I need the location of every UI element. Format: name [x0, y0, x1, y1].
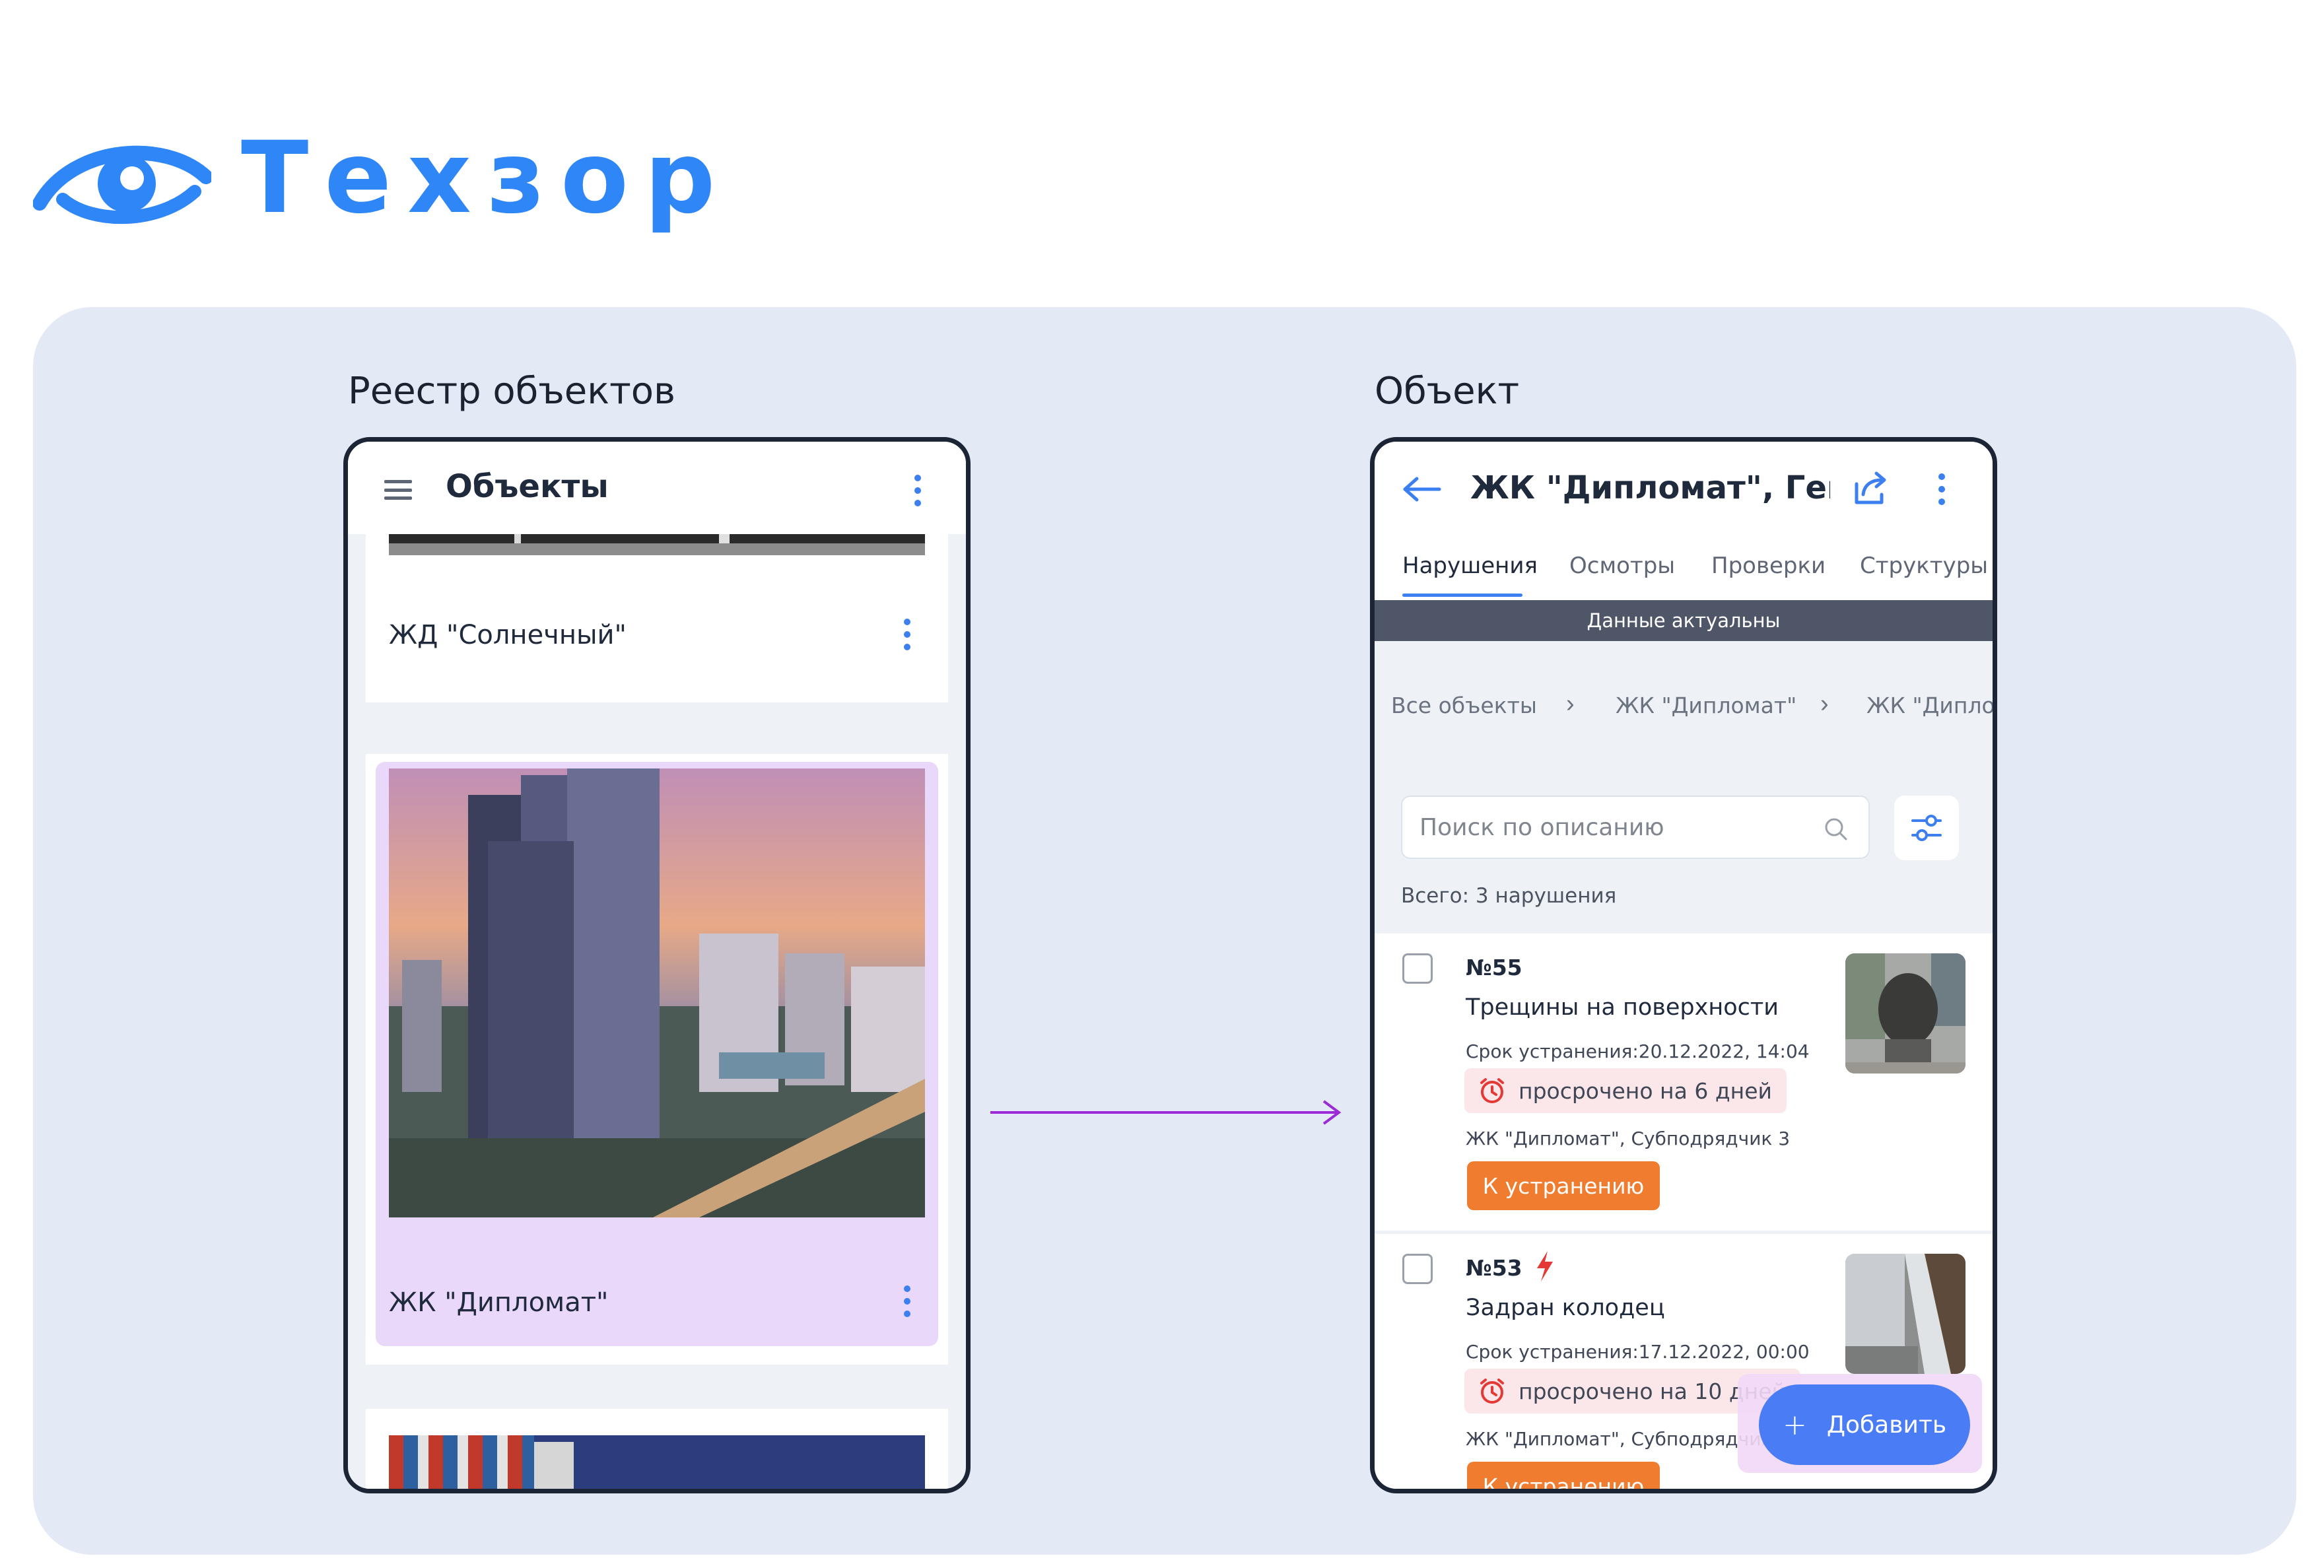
violation-deadline: Срок устранения:20.12.2022, 14:04	[1466, 1040, 1810, 1062]
object-detail-screen: ЖК "Дипломат", Генп. Нарушения Осмотры П…	[1370, 437, 1997, 1493]
alarm-clock-icon	[1480, 1078, 1504, 1103]
search-icon[interactable]	[1824, 817, 1849, 842]
brand-name: Техзор	[241, 121, 732, 236]
page-title: Объекты	[446, 468, 609, 505]
hamburger-icon[interactable]	[384, 480, 412, 500]
lightning-icon	[1537, 1251, 1553, 1281]
share-icon[interactable]	[1850, 468, 1891, 509]
breadcrumb: Все объекты › ЖК "Дипломат" › ЖК "Диплом	[1375, 693, 1993, 732]
kebab-menu-icon[interactable]	[903, 1285, 911, 1317]
violation-deadline: Срок устранения:17.12.2022, 00:00	[1466, 1341, 1810, 1363]
status-button[interactable]: К устранению	[1467, 1161, 1660, 1210]
tab-violations[interactable]: Нарушения	[1402, 553, 1538, 579]
breadcrumb-item[interactable]: Все объекты	[1391, 693, 1537, 718]
chevron-right-icon: ›	[1820, 693, 1829, 718]
kebab-menu-icon[interactable]	[903, 619, 911, 650]
add-button[interactable]: + Добавить	[1759, 1384, 1970, 1465]
overdue-text: просрочено на 6 дней	[1519, 1077, 1772, 1104]
filter-icon	[1911, 815, 1942, 841]
active-tab-indicator	[1402, 594, 1522, 597]
kebab-menu-icon[interactable]	[1938, 473, 1946, 505]
filter-button[interactable]	[1894, 796, 1959, 860]
sync-status-bar: Данные актуальны	[1375, 600, 1993, 641]
object-card[interactable]	[366, 1409, 948, 1489]
flow-arrow	[990, 1100, 1342, 1125]
violation-photo[interactable]	[1845, 953, 1965, 1074]
violation-number: №55	[1466, 955, 1522, 980]
page-title: ЖК "Дипломат", Генп.	[1470, 469, 1830, 506]
eye-logo-icon	[33, 145, 211, 224]
status-button[interactable]: К устранению	[1467, 1462, 1660, 1489]
chevron-right-icon: ›	[1566, 693, 1575, 718]
left-screen-caption: Реестр объектов	[348, 370, 675, 413]
add-button-label: Добавить	[1826, 1411, 1947, 1439]
select-checkbox[interactable]	[1402, 953, 1433, 984]
brand-logo	[33, 119, 211, 238]
tab-bar: Нарушения Осмотры Проверки Структуры	[1375, 547, 1993, 600]
violation-number: №53	[1466, 1255, 1522, 1281]
object-name: ЖК "Дипломат"	[389, 1287, 609, 1318]
tab-inspections[interactable]: Осмотры	[1569, 553, 1675, 579]
objects-registry-screen: Объекты ЖД "Солнечный" ЖК "Дипломат"	[343, 437, 971, 1493]
search-input[interactable]	[1419, 809, 1809, 846]
select-checkbox[interactable]	[1402, 1254, 1433, 1284]
right-screen-caption: Объект	[1375, 370, 1520, 413]
breadcrumb-item[interactable]: ЖК "Диплом	[1866, 693, 1993, 718]
search-field	[1401, 796, 1870, 859]
object-image	[389, 768, 925, 1217]
breadcrumb-item[interactable]: ЖК "Дипломат"	[1616, 693, 1796, 718]
violation-title: Задран колодец	[1466, 1295, 1665, 1321]
building-illustration	[389, 768, 925, 1217]
violations-total: Всего: 3 нарушения	[1401, 884, 1617, 908]
tab-checks[interactable]: Проверки	[1711, 553, 1826, 579]
kebab-menu-icon[interactable]	[914, 475, 922, 506]
violation-org: ЖК "Дипломат", Субподрядчик 3	[1466, 1128, 1791, 1149]
violation-card[interactable]: №55 Трещины на поверхности Срок устранен…	[1375, 934, 1993, 1231]
tab-structures[interactable]: Структуры	[1860, 553, 1988, 579]
object-name: ЖД "Солнечный"	[389, 620, 627, 650]
object-image	[389, 1435, 925, 1489]
alarm-clock-icon	[1480, 1379, 1504, 1404]
app-bar: ЖК "Дипломат", Генп. Нарушения Осмотры П…	[1375, 442, 1993, 600]
violation-photo[interactable]	[1845, 1254, 1965, 1374]
violation-title: Трещины на поверхности	[1466, 994, 1779, 1021]
object-card-selected[interactable]: ЖК "Дипломат"	[366, 754, 948, 1365]
object-card[interactable]: ЖД "Солнечный"	[366, 508, 948, 702]
plus-icon: +	[1782, 1408, 1807, 1442]
back-arrow-icon[interactable]	[1402, 476, 1442, 502]
overdue-badge: просрочено на 6 дней	[1464, 1068, 1787, 1113]
app-bar: Объекты	[348, 442, 966, 534]
